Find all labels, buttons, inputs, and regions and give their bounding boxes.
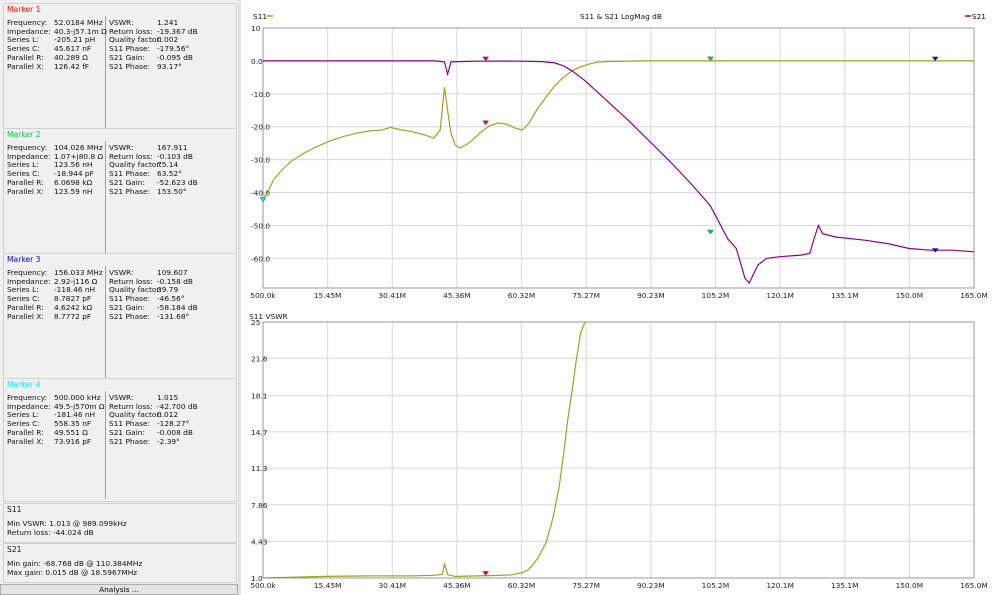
x-tick-label: 15.45M	[314, 581, 342, 590]
marker-row: S21 Phase: -2.39°	[109, 436, 198, 447]
s21-summary: S21 Min gain: -68.768 dB @ 110.384MHz Ma…	[3, 543, 237, 583]
x-tick-label: 45.36M	[443, 291, 471, 300]
y-tick-label: -30.0	[251, 156, 270, 165]
s11-return-loss: Return loss: -44.024 dB	[7, 528, 94, 537]
marker-3-box: Marker 3 Frequency: 156.033 MHz Impedance:…	[3, 253, 237, 381]
x-tick-label: 105.2M	[702, 581, 730, 590]
charts-area: 500.0k 15.45M 30.41M 45.36M 60.32M 75.27M 90.2…	[241, 0, 1000, 595]
y-tick-label: 11.3	[251, 464, 268, 473]
x-tick-label: 60.32M	[508, 581, 536, 590]
marker-row: Parallel X: 73.916 pF	[7, 436, 104, 447]
analysis-button[interactable]: Analysis ...	[0, 584, 238, 595]
s21-min-gain: Min gain: -68.768 dB @ 110.384MHz	[7, 559, 143, 568]
s11-min-vswr: Min VSWR: 1.013 @ 989.099kHz	[7, 519, 127, 528]
marker-2-title: Marker 2	[7, 130, 41, 139]
marker-row: S21 Phase: 153.50°	[109, 186, 198, 197]
marker-field-label: S21 Phase:	[109, 61, 151, 71]
s21-summary-title: S21	[7, 545, 22, 554]
marker-1-box: Marker 1 Frequency: 52.0184 MHz Impedance:…	[3, 3, 237, 131]
x-tick-label: 75.27M	[572, 581, 600, 590]
marker-field-label: S21 Phase:	[109, 436, 151, 446]
x-tick-label: 30.41M	[378, 291, 406, 300]
marker-4-title: Marker 4	[7, 380, 41, 389]
s11-summary: S11 Min VSWR: 1.013 @ 989.099kHz Return …	[3, 503, 237, 543]
vswr-chart[interactable]: 500.0k 15.45M 30.41M 45.36M 60.32M 75.27M 90.2…	[241, 300, 1000, 595]
marker-row: Parallel X: 126.42 fF	[7, 61, 107, 72]
marker-field-value: 123.59 nH	[54, 186, 93, 196]
marker-3-right-values: VSWR: 109.607 Return loss: -0.158 dB Quality…	[109, 268, 198, 322]
marker-field-label: Parallel X:	[7, 61, 44, 71]
chart-background	[241, 0, 1000, 300]
marker-field-label: S21 Phase:	[109, 186, 151, 196]
x-tick-label: 45.36M	[443, 581, 471, 590]
x-tick-label: 30.41M	[378, 581, 406, 590]
marker-field-value: 8.7772 pF	[54, 311, 92, 321]
marker-field-value: -131.68°	[157, 311, 190, 321]
marker-field-label: S21 Phase:	[109, 311, 151, 321]
marker-2-right-values: VSWR: 167.911 Return loss: -0.103 dB Quality…	[109, 143, 198, 197]
x-tick-label: 75.27M	[572, 291, 600, 300]
x-tick-label: 120.1M	[766, 581, 794, 590]
x-tick-label: 165.0M	[960, 291, 988, 300]
marker-field-value: 93.17°	[157, 61, 182, 71]
chart-title: S11 VSWR	[249, 312, 288, 321]
y-tick-label: -10.0	[251, 90, 270, 99]
marker-row: S21 Phase: 93.17°	[109, 61, 198, 72]
y-tick-label: 1.0	[251, 574, 263, 583]
x-tick-label: 150.0M	[896, 291, 924, 300]
legend-s11: S11	[253, 12, 267, 21]
marker-row: Parallel X: 8.7772 pF	[7, 311, 103, 322]
x-tick-label: 90.23M	[637, 581, 665, 590]
y-tick-label: 0.0	[251, 57, 263, 66]
marker-field-label: Parallel X:	[7, 186, 44, 196]
marker-2-left-values: Frequency: 104.026 MHz Impedance: 1.07+j80.…	[7, 143, 103, 197]
marker-2-box: Marker 2 Frequency: 104.026 MHz Impedance:…	[3, 128, 237, 256]
x-tick-label: 60.32M	[508, 291, 536, 300]
x-tick-label: 500.0k	[250, 291, 276, 300]
x-tick-label: 105.2M	[702, 291, 730, 300]
s21-max-gain: Max gain: 0.015 dB @ 18.5967MHz	[7, 568, 138, 577]
marker-row: S21 Phase: -131.68°	[109, 311, 198, 322]
x-tick-label: 15.45M	[314, 291, 342, 300]
marker-row: Parallel X: 123.59 nH	[7, 186, 103, 197]
chart-title: S11 & S21 LogMag dB	[580, 12, 662, 21]
s11-summary-title: S11	[7, 505, 22, 514]
y-tick-label: -20.0	[251, 123, 270, 132]
marker-3-left-values: Frequency: 156.033 MHz Impedance: 2.92-j116…	[7, 268, 103, 322]
marker-4-box: Marker 4 Frequency: 500.000 kHz Impedance:…	[3, 378, 237, 502]
marker-field-value: 153.50°	[157, 186, 187, 196]
marker-4-left-values: Frequency: 500.000 kHz Impedance: 49.5-j570…	[7, 393, 104, 447]
x-tick-label: 150.0M	[896, 581, 924, 590]
marker-1-right-values: VSWR: 1.241 Return loss: -19.367 dB Quality …	[109, 18, 198, 72]
y-tick-label: 7.86	[251, 501, 268, 510]
legend-s21: S21	[972, 12, 986, 21]
marker-field-value: -2.39°	[157, 436, 180, 446]
y-tick-label: 14.7	[251, 428, 268, 437]
marker-1-left-values: Frequency: 52.0184 MHz Impedance: 40.3-j57.…	[7, 18, 107, 72]
marker-3-title: Marker 3	[7, 255, 41, 264]
y-tick-label: 18.1	[251, 392, 268, 401]
chart-background	[241, 300, 1000, 595]
logmag-chart[interactable]: 500.0k 15.45M 30.41M 45.36M 60.32M 75.27M 90.2…	[241, 0, 1000, 300]
divider	[105, 141, 106, 253]
marker-4-right-values: VSWR: 1.015 Return loss: -42.700 dB Quality …	[109, 393, 198, 447]
x-tick-label: 165.0M	[960, 581, 988, 590]
x-tick-label: 135.1M	[831, 581, 859, 590]
marker-panel: Marker 1 Frequency: 52.0184 MHz Impedance:…	[0, 0, 241, 595]
x-tick-label: 135.1M	[831, 291, 859, 300]
divider	[105, 391, 106, 499]
marker-field-label: Parallel X:	[7, 311, 44, 321]
marker-field-value: 73.916 pF	[54, 436, 92, 446]
y-tick-label: 10	[251, 24, 261, 33]
x-tick-label: 120.1M	[766, 291, 794, 300]
x-tick-label: 90.23M	[637, 291, 665, 300]
y-tick-label: -50.0	[251, 221, 270, 230]
marker-field-label: Parallel X:	[7, 436, 44, 446]
marker-field-value: 126.42 fF	[54, 61, 90, 71]
y-tick-label: -60.0	[251, 254, 270, 263]
y-tick-label: 21.6	[251, 354, 268, 363]
divider	[105, 266, 106, 378]
y-tick-label: 4.43	[251, 537, 268, 546]
marker-1-title: Marker 1	[7, 5, 41, 14]
